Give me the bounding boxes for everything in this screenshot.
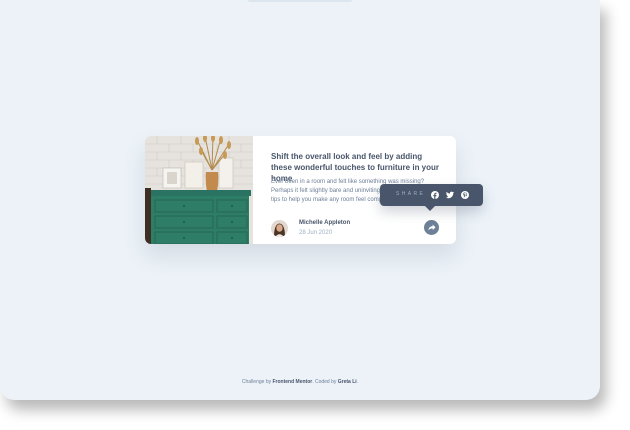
frontend-mentor-link[interactable]: Frontend Mentor xyxy=(272,379,312,385)
share-button[interactable] xyxy=(424,220,439,235)
attribution-suffix: . xyxy=(356,379,359,385)
facebook-icon[interactable] xyxy=(431,191,439,199)
post-date: 28 Jun 2020 xyxy=(299,230,333,236)
author-avatar xyxy=(271,220,288,237)
attribution: Challenge by Frontend Mentor. Coded by G… xyxy=(0,379,600,385)
author-name: Michelle Appleton xyxy=(299,220,351,226)
share-popup: SHARE xyxy=(380,184,483,211)
share-arrow-icon xyxy=(428,224,435,231)
popup-pointer xyxy=(425,206,435,211)
coder-link[interactable]: Greta Li xyxy=(338,379,357,385)
article-photo xyxy=(145,136,253,244)
browser-notch xyxy=(248,0,352,2)
share-label: SHARE xyxy=(396,191,426,197)
pinterest-icon[interactable] xyxy=(461,191,469,199)
attribution-middle: . Coded by xyxy=(312,379,337,385)
twitter-icon[interactable] xyxy=(446,191,454,199)
attribution-prefix: Challenge by xyxy=(241,379,272,385)
page-frame: Shift the overall look and feel by addin… xyxy=(0,0,600,400)
